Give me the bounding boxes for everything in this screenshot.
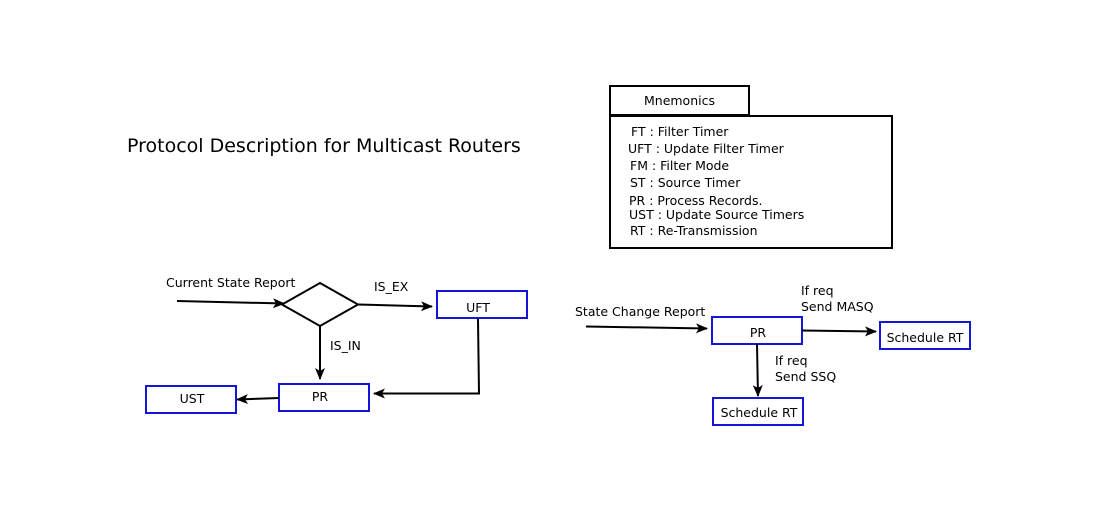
- mnemonic-item: FT : Filter Timer: [631, 124, 729, 139]
- mnemonic-item: FM : Filter Mode: [630, 158, 729, 173]
- mnemonic-item: PR : Process Records.: [629, 193, 762, 208]
- current-state-flow: Current State Report IS_EX UFT IS_IN PR …: [145, 275, 528, 414]
- current-state-report-label: Current State Report: [166, 275, 296, 290]
- mnemonic-item: UFT : Update Filter Timer: [628, 141, 785, 156]
- is-ex-label: IS_EX: [374, 279, 409, 294]
- diagram-title: Protocol Description for Multicast Route…: [127, 135, 521, 157]
- masq-label-line1: If req: [801, 283, 834, 298]
- schedule-rt-right-label: Schedule RT: [887, 330, 964, 345]
- masq-label-line2: Send MASQ: [801, 299, 874, 314]
- state-change-report-label: State Change Report: [575, 304, 705, 319]
- protocol-diagram: Protocol Description for Multicast Route…: [127, 85, 971, 426]
- uft-to-pr-arrow: [373, 318, 481, 399]
- is-in-label: IS_IN: [330, 338, 361, 353]
- current-state-input-arrow: [176, 298, 285, 309]
- mnemonic-item: RT : Re-Transmission: [630, 223, 758, 238]
- mnemonics-panel: Mnemonics FT : Filter Timer UFT : Update…: [609, 85, 893, 249]
- ssq-arrow: [752, 343, 763, 397]
- ust-node-label: UST: [180, 391, 205, 406]
- pr-node-state-change-label: PR: [750, 325, 767, 340]
- mnemonics-header: Mnemonics: [644, 93, 715, 108]
- mnemonic-item: ST : Source Timer: [630, 175, 741, 190]
- pr-node-label: PR: [312, 389, 329, 404]
- mnemonic-item: UST : Update Source Timers: [629, 207, 804, 222]
- ssq-label-line1: If req: [775, 353, 808, 368]
- is-ex-arrow: [357, 301, 433, 312]
- state-change-flow: State Change Report PR If req Send MASQ …: [575, 283, 971, 426]
- schedule-rt-bottom-label: Schedule RT: [721, 405, 798, 420]
- masq-arrow: [801, 326, 877, 337]
- pr-to-ust-arrow: [236, 394, 280, 405]
- uft-node-label: UFT: [466, 300, 490, 315]
- state-change-input-arrow: [585, 323, 708, 334]
- ssq-label-line2: Send SSQ: [775, 369, 836, 384]
